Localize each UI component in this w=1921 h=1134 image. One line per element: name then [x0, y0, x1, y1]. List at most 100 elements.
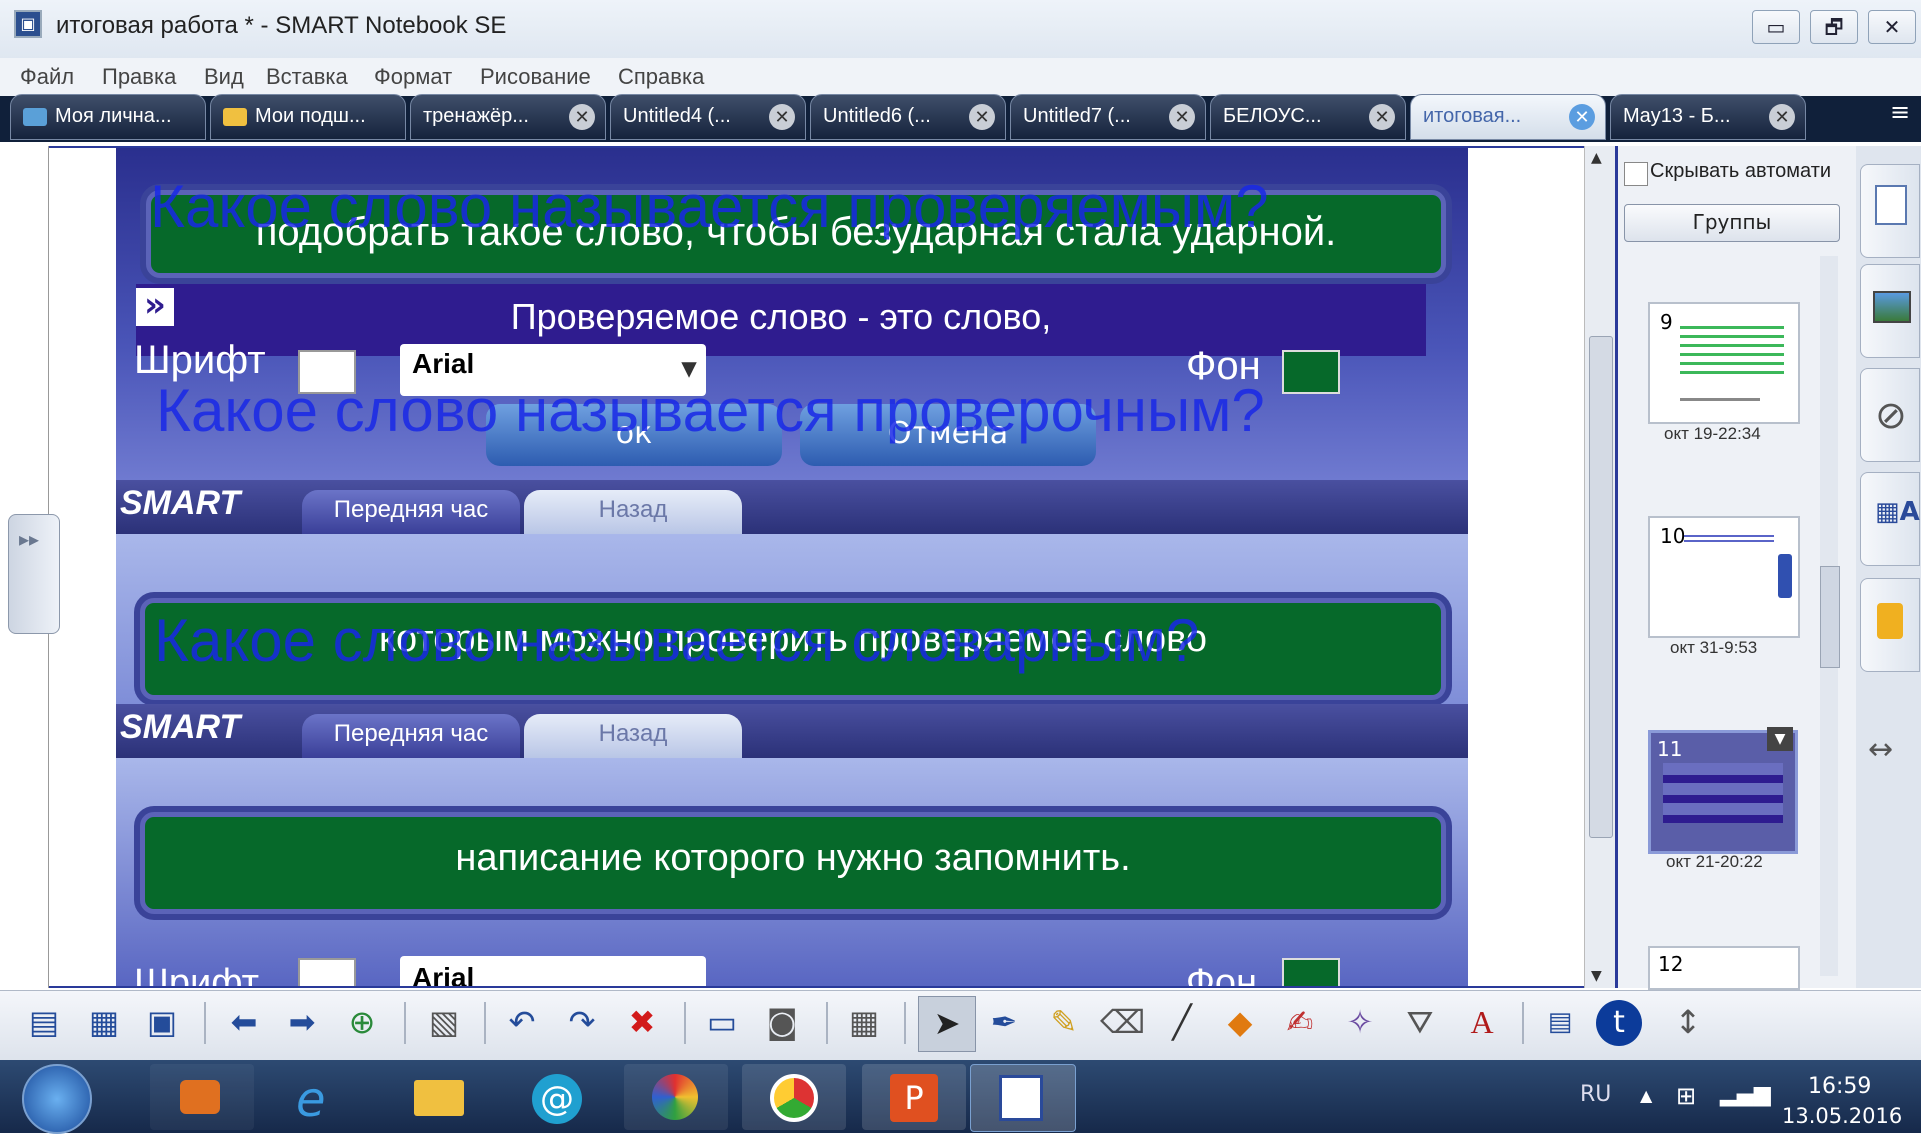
page-thumb-12[interactable]: 12: [1648, 946, 1800, 990]
addons-tab[interactable]: [1860, 578, 1920, 672]
flag-icon[interactable]: ⊞: [1676, 1082, 1696, 1110]
notebook-task-icon[interactable]: [970, 1064, 1076, 1132]
chrome-icon[interactable]: [742, 1064, 846, 1130]
scroll-up-icon[interactable]: ▲: [1591, 150, 1602, 166]
menu-draw[interactable]: Рисование: [480, 64, 591, 90]
open-icon[interactable]: ▦: [82, 1000, 126, 1044]
tab-untitled7[interactable]: Untitled7 (... ✕: [1010, 94, 1206, 140]
tab-trainer[interactable]: тренажёр... ✕: [410, 94, 606, 140]
autohide-checkbox[interactable]: [1624, 162, 1648, 186]
clock-date[interactable]: 13.05.2016: [1782, 1104, 1902, 1128]
side-panel-handle[interactable]: ▸▸: [8, 514, 60, 634]
sorter-scroll-thumb[interactable]: [1820, 566, 1840, 668]
scroll-thumb[interactable]: [1589, 336, 1613, 838]
explorer-icon[interactable]: [388, 1064, 492, 1130]
undo-icon[interactable]: ↶: [500, 1000, 544, 1044]
powerpoint-icon[interactable]: P: [862, 1064, 966, 1130]
clock-time[interactable]: 16:59: [1808, 1074, 1871, 1099]
table-icon[interactable]: ▦: [842, 1000, 886, 1044]
font-label-2: Шрифт: [134, 962, 260, 988]
tab-untitled6[interactable]: Untitled6 (... ✕: [810, 94, 1006, 140]
pen-icon[interactable]: ✒: [982, 1000, 1026, 1044]
redo-icon[interactable]: ↷: [560, 1000, 604, 1044]
menu-file[interactable]: Файл: [20, 64, 74, 90]
shapes-icon[interactable]: ◆: [1218, 1000, 1262, 1044]
close-button[interactable]: ✕: [1868, 10, 1916, 44]
creative-pen-icon[interactable]: ✎: [1042, 1000, 1086, 1044]
language-indicator[interactable]: RU: [1580, 1082, 1611, 1107]
tab-may13[interactable]: May13 - Б... ✕: [1610, 94, 1806, 140]
tab-itogovaya[interactable]: итоговая... ✕: [1410, 94, 1606, 140]
start-button[interactable]: [22, 1064, 92, 1134]
delete-icon[interactable]: ✖: [620, 1000, 664, 1044]
page-thumb-11[interactable]: 11 ▼: [1648, 727, 1798, 854]
add-page-icon[interactable]: ⊕: [340, 1000, 384, 1044]
info-icon[interactable]: t: [1596, 1000, 1642, 1046]
page-thumb-10[interactable]: 10: [1648, 516, 1800, 638]
resize-arrow-icon[interactable]: ↔: [1868, 732, 1893, 767]
paste-icon[interactable]: ▧: [422, 1000, 466, 1044]
font-color-swatch-2[interactable]: [298, 958, 356, 986]
page-sorter-tab[interactable]: [1860, 164, 1920, 258]
menu-format[interactable]: Формат: [374, 64, 452, 90]
attachments-tab[interactable]: ⊘: [1860, 368, 1920, 462]
close-icon[interactable]: ✕: [969, 104, 995, 130]
fill-icon[interactable]: ⛛: [1398, 1000, 1442, 1044]
sorter-scrollbar[interactable]: [1820, 256, 1840, 976]
page-thumb-9[interactable]: 9: [1648, 302, 1800, 424]
tab-back[interactable]: Назад: [524, 714, 742, 758]
bg-color-swatch-2[interactable]: [1282, 958, 1340, 986]
gallery-tab[interactable]: [1860, 264, 1920, 358]
close-icon[interactable]: ✕: [1369, 104, 1395, 130]
media-player-icon[interactable]: [150, 1064, 254, 1130]
text-icon[interactable]: A: [1460, 1000, 1504, 1044]
close-icon[interactable]: ✕: [569, 104, 595, 130]
next-page-icon[interactable]: ➡: [280, 1000, 324, 1044]
tab-untitled4[interactable]: Untitled4 (... ✕: [610, 94, 806, 140]
properties-tab[interactable]: ▦A: [1860, 472, 1920, 566]
ie-icon[interactable]: e: [268, 1064, 372, 1130]
tab-front[interactable]: Передняя час: [302, 490, 520, 534]
font-select-2[interactable]: Arial: [400, 956, 706, 986]
network-icon[interactable]: ▂▄▆: [1720, 1082, 1771, 1107]
menu-help[interactable]: Справка: [618, 64, 704, 90]
page-canvas[interactable]: подобрать такое слово, чтобы безударная …: [14, 146, 1616, 988]
select-pointer-icon[interactable]: ➤: [918, 996, 976, 1052]
close-icon[interactable]: ✕: [1569, 104, 1595, 130]
groups-button[interactable]: Группы: [1624, 204, 1840, 242]
tabs-menu-icon[interactable]: ≡: [1890, 98, 1910, 126]
magic-pen-icon[interactable]: ✧: [1338, 1000, 1382, 1044]
screen-capture-icon[interactable]: ◙: [760, 1000, 804, 1044]
tab-my-folder[interactable]: Мои подш...: [210, 94, 406, 140]
menu-view[interactable]: Вид: [204, 64, 244, 90]
properties-icon[interactable]: ▤: [1538, 1000, 1582, 1044]
bg-color-swatch[interactable]: [1282, 350, 1340, 394]
close-icon[interactable]: ✕: [1769, 104, 1795, 130]
full-screen-icon[interactable]: ▭: [700, 1000, 744, 1044]
previous-page-icon[interactable]: ⬅: [222, 1000, 266, 1044]
tab-belous[interactable]: БЕЛОУС... ✕: [1210, 94, 1406, 140]
line-icon[interactable]: ╱: [1160, 1000, 1204, 1044]
tab-front[interactable]: Передняя час: [302, 714, 520, 758]
tray-expand-icon[interactable]: ▲: [1640, 1086, 1652, 1105]
save-icon[interactable]: ▣: [140, 1000, 184, 1044]
expand-arrow-icon[interactable]: »: [136, 288, 174, 326]
tab-back[interactable]: Назад: [524, 490, 742, 534]
menu-edit[interactable]: Правка: [102, 64, 176, 90]
restore-button[interactable]: 🗗: [1810, 10, 1858, 44]
paint-icon[interactable]: [624, 1064, 728, 1130]
close-icon[interactable]: ✕: [769, 104, 795, 130]
menu-insert[interactable]: Вставка: [266, 64, 348, 90]
mail-icon[interactable]: @: [506, 1064, 610, 1130]
properties-icon: ▦A: [1875, 497, 1920, 527]
scroll-down-icon[interactable]: ▼: [1591, 968, 1602, 984]
minimize-button[interactable]: ▭: [1752, 10, 1800, 44]
eraser-icon[interactable]: ⌫: [1100, 1000, 1145, 1044]
page-menu-icon[interactable]: ▼: [1767, 727, 1793, 751]
canvas-scrollbar[interactable]: ▲ ▼: [1584, 146, 1615, 988]
new-page-icon[interactable]: ▤: [22, 1000, 66, 1044]
tab-my-content[interactable]: Моя лична...: [10, 94, 206, 140]
move-toolbar-icon[interactable]: ↕: [1666, 1000, 1710, 1044]
shape-pen-icon[interactable]: ✍: [1278, 1000, 1322, 1044]
close-icon[interactable]: ✕: [1169, 104, 1195, 130]
